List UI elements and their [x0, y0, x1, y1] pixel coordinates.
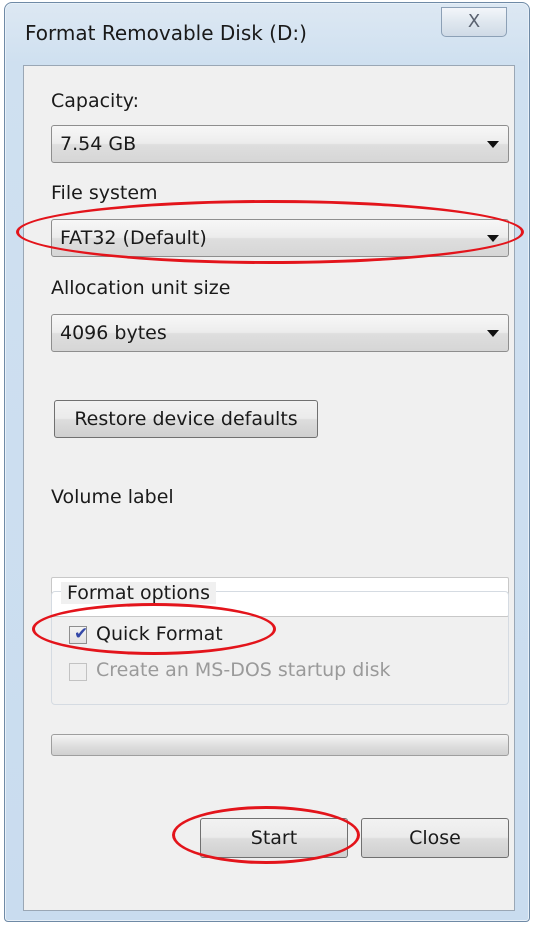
msdos-startup-label: Create an MS-DOS startup disk: [96, 659, 391, 681]
allocation-unit-value: 4096 bytes: [60, 322, 167, 344]
close-icon: X: [467, 11, 481, 32]
dialog-body: Capacity: 7.54 GB File system FAT32 (Def…: [23, 65, 515, 911]
capacity-dropdown[interactable]: 7.54 GB: [51, 125, 509, 163]
start-button[interactable]: Start: [200, 818, 348, 858]
quick-format-label[interactable]: Quick Format: [96, 623, 223, 645]
window-title: Format Removable Disk (D:): [25, 21, 307, 45]
volume-label-label: Volume label: [51, 486, 174, 508]
format-dialog: Format Removable Disk (D:) X Capacity: 7…: [4, 2, 530, 922]
file-system-value: FAT32 (Default): [60, 227, 207, 249]
window-close-button[interactable]: X: [441, 7, 507, 37]
dropdown-arrow-icon: [487, 330, 499, 337]
file-system-dropdown[interactable]: FAT32 (Default): [51, 219, 509, 257]
capacity-label: Capacity:: [51, 90, 140, 112]
title-bar[interactable]: Format Removable Disk (D:) X: [5, 3, 529, 63]
file-system-label: File system: [51, 182, 158, 204]
checkmark-icon: ✔: [74, 624, 89, 644]
format-options-title: Format options: [61, 582, 216, 604]
dropdown-arrow-icon: [487, 235, 499, 242]
quick-format-checkbox[interactable]: ✔: [69, 624, 89, 644]
allocation-unit-dropdown[interactable]: 4096 bytes: [51, 314, 509, 352]
allocation-unit-label: Allocation unit size: [51, 277, 231, 299]
close-button[interactable]: Close: [361, 818, 509, 858]
format-progress-bar: [51, 734, 509, 756]
format-options-group: [51, 591, 509, 705]
capacity-value: 7.54 GB: [60, 133, 137, 155]
dropdown-arrow-icon: [487, 141, 499, 148]
msdos-startup-checkbox: [69, 663, 87, 681]
restore-defaults-button[interactable]: Restore device defaults: [54, 400, 318, 438]
